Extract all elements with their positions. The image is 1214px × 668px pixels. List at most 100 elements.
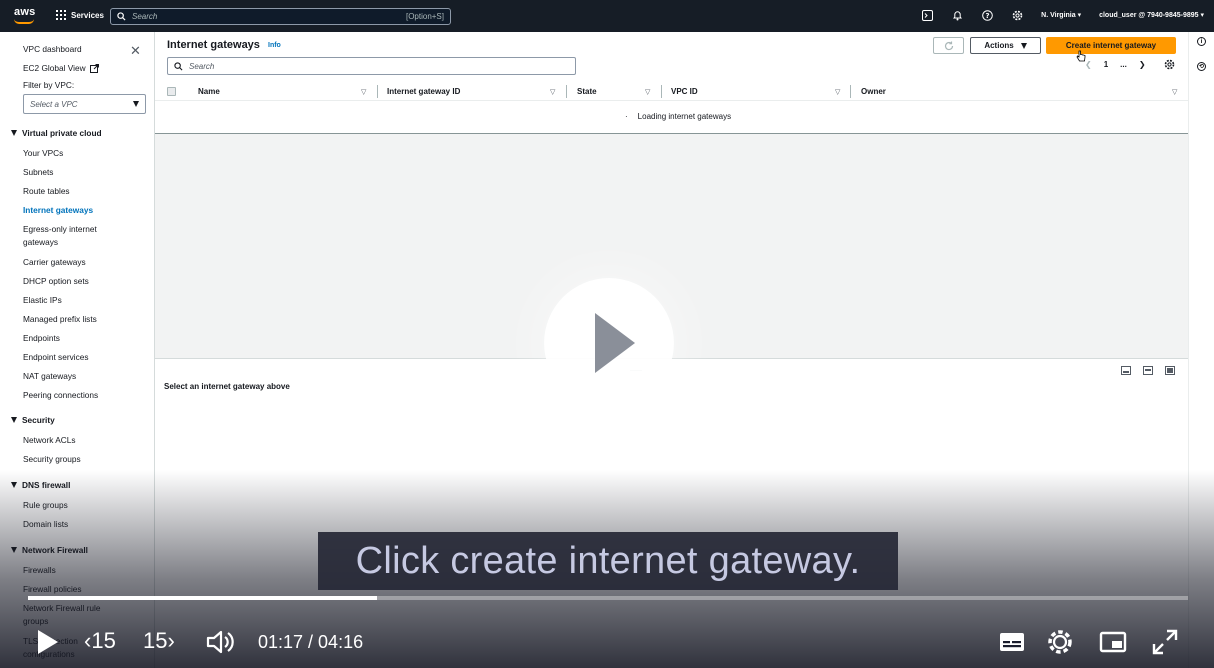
caret-down-icon — [11, 417, 17, 423]
actions-button[interactable]: Actions — [970, 37, 1041, 54]
video-progress-bar[interactable] — [28, 596, 1188, 600]
sidebar-item-firewalls[interactable]: Firewalls — [23, 564, 123, 577]
column-header-internet-gateway-id[interactable]: Internet gateway ID — [387, 87, 460, 96]
skip-forward-button[interactable]: 15 › — [143, 628, 175, 654]
sidebar-item-nat-gateways[interactable]: NAT gateways — [23, 370, 123, 383]
play-icon — [595, 313, 635, 373]
chevron-right-icon[interactable]: ❯ — [1139, 60, 1146, 69]
create-button-label: Create internet gateway — [1065, 41, 1157, 50]
global-view-label: EC2 Global View — [23, 63, 86, 73]
column-header-vpc-id[interactable]: VPC ID — [671, 87, 698, 96]
pagination: ❮ 1 ... ❯ — [1085, 59, 1175, 70]
section-security[interactable]: Security — [11, 415, 55, 425]
global-search-input[interactable]: Search [Option+S] — [110, 8, 451, 25]
actions-label: Actions — [984, 41, 1014, 50]
help-icon[interactable]: ? — [981, 9, 993, 21]
select-all-checkbox[interactable] — [167, 87, 176, 96]
sidebar-item-carrier-gateways[interactable]: Carrier gateways — [23, 256, 123, 269]
search-icon — [174, 61, 183, 70]
big-play-button[interactable] — [544, 278, 674, 408]
video-progress-fill — [28, 596, 377, 600]
sidebar-item-domain-lists[interactable]: Domain lists — [23, 518, 123, 531]
external-link-icon — [89, 63, 99, 73]
section-virtual-private-cloud[interactable]: Virtual private cloud — [11, 128, 102, 138]
aws-logo[interactable]: aws — [14, 6, 36, 24]
loading-indicator: · Loading internet gateways — [625, 112, 731, 121]
caret-down-icon — [11, 482, 17, 488]
page-number[interactable]: 1 — [1104, 60, 1108, 69]
info-panel-icon[interactable]: i — [1197, 37, 1206, 46]
sidebar-item-endpoints[interactable]: Endpoints — [23, 332, 123, 345]
settings-icon[interactable] — [1046, 628, 1074, 656]
sidebar-item-internet-gateways[interactable]: Internet gateways — [23, 204, 123, 217]
sidebar-item-dhcp-option-sets[interactable]: DHCP option sets — [23, 275, 123, 288]
chevron-left-icon[interactable]: ❮ — [1085, 60, 1092, 69]
account-menu[interactable]: cloud_user @ 7940-9845-9895 ▾ — [1099, 11, 1204, 19]
info-link[interactable]: Info — [268, 42, 281, 49]
gear-icon[interactable] — [1164, 59, 1175, 70]
section-network-firewall[interactable]: Network Firewall — [11, 545, 88, 555]
play-icon[interactable] — [38, 630, 58, 654]
column-header-owner[interactable]: Owner — [861, 87, 886, 96]
sidebar-item-route-tables[interactable]: Route tables — [23, 185, 123, 198]
video-caption: Click create internet gateway. — [318, 532, 898, 590]
skip-back-button[interactable]: ‹ 15 — [84, 628, 116, 654]
sidebar-item-vpc-dashboard[interactable]: VPC dashboard — [23, 44, 82, 54]
table-header: Name ▽ Internet gateway ID ▽ State ▽ VPC… — [155, 82, 1188, 101]
sort-icon[interactable]: ▽ — [361, 88, 366, 96]
region-selector[interactable]: N. Virginia ▾ — [1041, 11, 1081, 19]
grid-icon — [56, 10, 66, 20]
column-header-name[interactable]: Name — [198, 87, 220, 96]
sidebar-item-network-acls[interactable]: Network ACLs — [23, 434, 123, 447]
subtitles-icon[interactable] — [998, 628, 1026, 656]
vpc-filter-select[interactable]: Select a VPC — [23, 94, 146, 114]
video-frame: aws Services Search [Option+S] ? N. Virg… — [0, 0, 1214, 668]
split-full-icon[interactable] — [1165, 366, 1175, 375]
history-icon[interactable]: ⟲ — [1197, 62, 1206, 71]
section-title: Network Firewall — [22, 545, 88, 555]
sidebar-item-firewall-policies[interactable]: Firewall policies — [23, 583, 123, 596]
split-bottom-icon[interactable] — [1121, 366, 1131, 375]
fullscreen-icon[interactable] — [1151, 628, 1179, 656]
sidebar-item-ec2-global-view[interactable]: EC2 Global View — [23, 63, 99, 73]
chevron-right-icon: › — [167, 628, 175, 653]
sort-icon[interactable]: ▽ — [550, 88, 555, 96]
sidebar-item-elastic-ips[interactable]: Elastic IPs — [23, 294, 123, 307]
search-placeholder: Search — [189, 61, 215, 71]
bell-icon[interactable] — [951, 9, 963, 21]
settings-icon[interactable] — [1011, 9, 1023, 21]
sidebar-item-subnets[interactable]: Subnets — [23, 166, 123, 179]
chevron-left-icon: ‹ — [84, 628, 92, 653]
sidebar-item-endpoint-services[interactable]: Endpoint services — [23, 351, 123, 364]
split-side-icon[interactable] — [1143, 366, 1153, 375]
section-title: DNS firewall — [22, 480, 71, 490]
close-icon[interactable]: ✕ — [130, 43, 141, 59]
refresh-button[interactable] — [933, 37, 964, 54]
filter-by-vpc-label: Filter by VPC: — [23, 80, 75, 90]
sidebar-item-rule-groups[interactable]: Rule groups — [23, 499, 123, 512]
caption-text: Click create internet gateway. — [355, 539, 861, 582]
sort-icon[interactable]: ▽ — [835, 88, 840, 96]
sidebar-item-security-groups[interactable]: Security groups — [23, 453, 123, 466]
table-search-input[interactable]: Search — [167, 57, 576, 75]
sidebar-item-your-vpcs[interactable]: Your VPCs — [23, 147, 123, 160]
search-icon — [117, 12, 126, 21]
terminal-icon[interactable] — [921, 9, 933, 21]
create-internet-gateway-button[interactable]: Create internet gateway — [1046, 37, 1176, 54]
sidebar-item-tls-inspection-configurations[interactable]: TLS inspection configurations — [23, 635, 93, 661]
sidebar-item-managed-prefix-lists[interactable]: Managed prefix lists — [23, 313, 123, 326]
section-dns-firewall[interactable]: DNS firewall — [11, 480, 70, 490]
services-menu-button[interactable]: Services — [56, 10, 104, 20]
sidebar-item-network-firewall-rule-groups[interactable]: Network Firewall rule groups — [23, 602, 123, 628]
refresh-icon — [944, 41, 953, 50]
sidebar-item-peering-connections[interactable]: Peering connections — [23, 389, 123, 402]
volume-icon[interactable] — [206, 628, 236, 656]
loading-text: Loading internet gateways — [637, 112, 732, 121]
aws-logo-text: aws — [14, 6, 36, 18]
search-placeholder: Search — [132, 12, 158, 21]
column-header-state[interactable]: State — [577, 87, 597, 96]
sort-icon[interactable]: ▽ — [645, 88, 650, 96]
pip-icon[interactable] — [1099, 628, 1127, 656]
sort-icon[interactable]: ▽ — [1172, 88, 1177, 96]
sidebar-item-egress-only-internet-gateways[interactable]: Egress-only internet gateways — [23, 223, 123, 249]
